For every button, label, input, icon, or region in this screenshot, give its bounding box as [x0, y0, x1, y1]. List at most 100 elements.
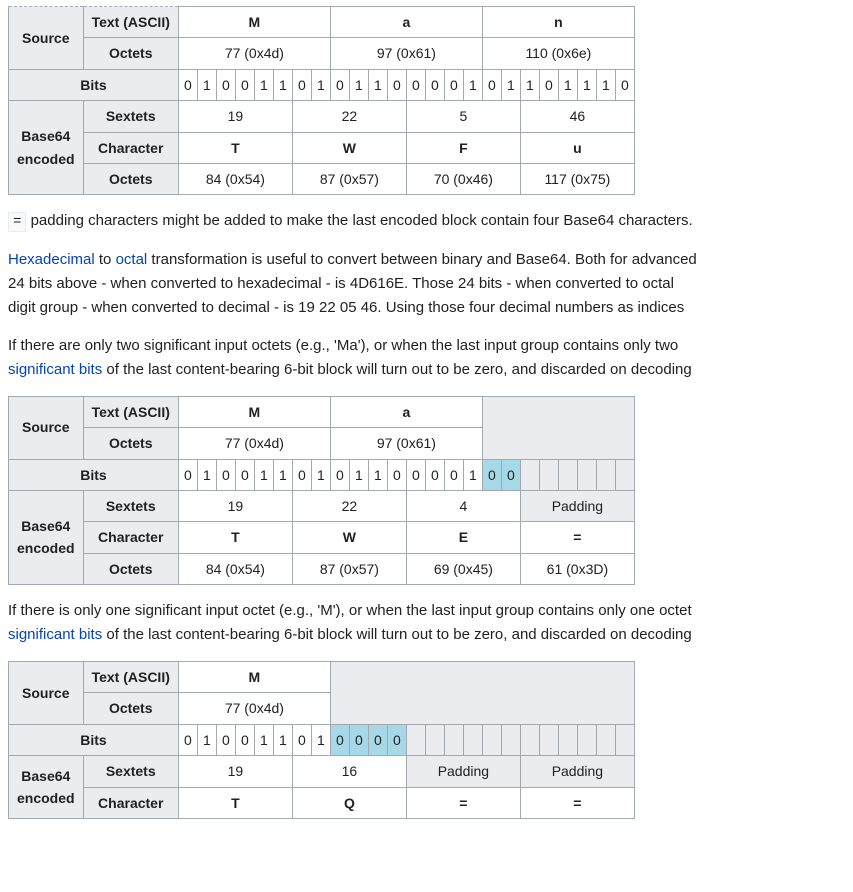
bit-cell: 1 [368, 459, 387, 490]
src-oct: 77 (0x4d) [178, 428, 330, 459]
src-oct-0: 77 (0x4d) [178, 38, 330, 69]
th-octets: Octets [83, 428, 178, 459]
link-hexadecimal[interactable]: Hexadecimal [8, 251, 95, 268]
bit-cell: 1 [311, 69, 330, 100]
sextet-cell: 22 [292, 490, 406, 521]
bit-cell: 1 [197, 724, 216, 755]
bit-cell: 1 [501, 69, 520, 100]
bit-cell: 0 [178, 69, 197, 100]
bit-cell: 1 [273, 459, 292, 490]
bit-pad-cell: 0 [387, 724, 406, 755]
base64-l1: Base64 [21, 768, 70, 784]
bit-cell: 0 [330, 459, 349, 490]
enc-oct-cell: 84 (0x54) [178, 163, 292, 194]
bit-cell: 0 [387, 459, 406, 490]
bit-cell: 1 [349, 69, 368, 100]
src-char-2: n [482, 7, 634, 38]
bit-empty [520, 459, 539, 490]
encoding-table-m: Source Text (ASCII) M Octets 77 (0x4d) B… [8, 661, 635, 819]
src-oct: 97 (0x61) [330, 428, 482, 459]
para-one-octet: If there is only one significant input o… [8, 599, 845, 647]
bit-cell: 0 [539, 69, 558, 100]
th-bits: Bits [9, 69, 179, 100]
bit-empty [596, 724, 615, 755]
bit-empty [615, 724, 634, 755]
bit-cell: 0 [292, 69, 311, 100]
bit-cell: 0 [615, 69, 634, 100]
th-character: Character [83, 787, 178, 818]
bit-cell: 1 [254, 69, 273, 100]
bit-cell: 1 [520, 69, 539, 100]
bit-empty [539, 724, 558, 755]
bit-cell: 0 [216, 724, 235, 755]
src-char-0: M [178, 7, 330, 38]
para-padding-text: padding characters might be added to mak… [26, 212, 692, 229]
empty-cell [330, 662, 634, 725]
char-cell: E [406, 522, 520, 553]
base64-l2: encoded [17, 540, 75, 556]
bit-cell: 1 [349, 459, 368, 490]
link-octal[interactable]: octal [116, 251, 148, 268]
th-octets-enc: Octets [83, 553, 178, 584]
bit-cell: 1 [254, 459, 273, 490]
src-char: M [178, 396, 330, 427]
enc-oct-cell: 70 (0x46) [406, 163, 520, 194]
th-octets: Octets [83, 693, 178, 724]
base64-l2: encoded [17, 790, 75, 806]
bit-cell: 0 [425, 459, 444, 490]
th-base64: Base64 encoded [9, 756, 84, 819]
bit-empty [558, 459, 577, 490]
sextet-padding: Padding [520, 490, 634, 521]
th-source: Source [9, 662, 84, 725]
bit-cell: 1 [368, 69, 387, 100]
bit-pad-cell: 0 [368, 724, 387, 755]
bit-cell: 0 [387, 69, 406, 100]
enc-oct-cell: 87 (0x57) [292, 553, 406, 584]
char-cell: = [520, 522, 634, 553]
th-character: Character [83, 522, 178, 553]
encoding-table-ma: Source Text (ASCII) M a Octets 77 (0x4d)… [8, 396, 635, 585]
enc-oct-cell: 84 (0x54) [178, 553, 292, 584]
th-base64: Base64encoded [9, 490, 84, 584]
sextet-padding: Padding [520, 756, 634, 787]
empty-cell [482, 396, 634, 459]
bit-cell: 0 [178, 724, 197, 755]
link-significant-bits-2[interactable]: significant bits [8, 626, 102, 643]
bit-cell: 0 [216, 459, 235, 490]
bit-cell: 0 [292, 459, 311, 490]
bit-cell: 0 [330, 69, 349, 100]
char-cell: T [178, 132, 292, 163]
src-char: M [178, 662, 330, 693]
bit-pad-cell: 0 [349, 724, 368, 755]
bit-empty [501, 724, 520, 755]
para-text: If there are only two significant input … [8, 337, 678, 354]
bit-cell: 1 [273, 69, 292, 100]
bit-pad-cell: 0 [501, 459, 520, 490]
bit-cell: 0 [444, 69, 463, 100]
bit-cell: 0 [406, 69, 425, 100]
base64-l2: encoded [17, 151, 75, 167]
bit-cell: 0 [178, 459, 197, 490]
bit-cell: 1 [273, 724, 292, 755]
bit-empty [615, 459, 634, 490]
link-significant-bits[interactable]: significant bits [8, 361, 102, 378]
th-text-ascii: Text (ASCII) [83, 662, 178, 693]
th-sextets: Sextets [83, 490, 178, 521]
char-cell: W [292, 132, 406, 163]
bit-cell: 0 [425, 69, 444, 100]
th-source: Source [9, 396, 84, 459]
bit-cell: 0 [216, 69, 235, 100]
bit-cell: 0 [235, 724, 254, 755]
bit-empty [577, 724, 596, 755]
para-text: to [95, 251, 116, 268]
src-char: a [330, 396, 482, 427]
sextet-cell: 22 [292, 101, 406, 132]
bit-cell: 1 [463, 459, 482, 490]
th-bits: Bits [9, 459, 179, 490]
equals-code: = [8, 212, 26, 232]
th-sextets: Sextets [83, 756, 178, 787]
bit-cell: 1 [463, 69, 482, 100]
sextet-cell: 19 [178, 756, 292, 787]
char-cell: u [520, 132, 634, 163]
bit-cell: 1 [558, 69, 577, 100]
